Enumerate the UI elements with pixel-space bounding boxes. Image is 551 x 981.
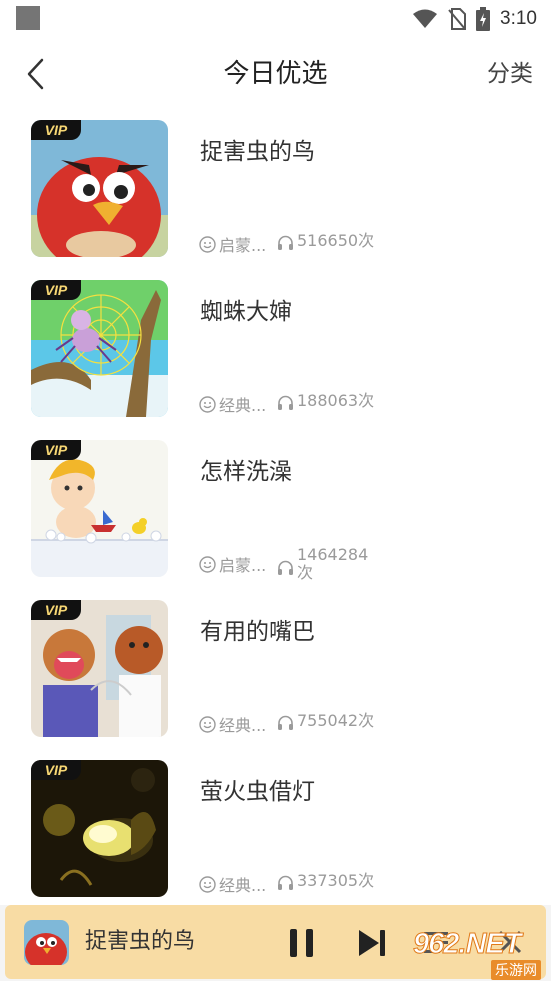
pause-icon [290,929,313,957]
headphones-icon [278,235,293,250]
item-plays: 755042次 [277,712,374,731]
pause-button[interactable] [287,927,317,959]
smiley-icon [199,875,216,893]
smiley-icon [199,715,216,733]
headphones-icon [278,875,293,890]
vip-badge: VIP [31,760,81,780]
wifi-icon [413,9,438,28]
bears-image: VIP [31,600,168,737]
category-button[interactable]: 分类 [487,38,533,110]
item-meta: 经典... 188063次 [199,392,374,416]
headphones-icon [278,395,293,410]
item-meta: 启蒙... 516650次 [199,232,374,256]
play-count: 516650次 [297,231,375,250]
no-sim-icon [448,8,467,30]
item-meta: 启蒙... 1464284次 [199,546,369,582]
play-count: 337305次 [297,871,375,890]
app-header: 今日优选 分类 [0,38,551,110]
list-item[interactable]: VIP 捉害虫的鸟 启蒙... 516650次 [0,110,551,270]
player-title: 捉害虫的鸟 [85,929,196,954]
item-title: 有用的嘴巴 [200,619,315,645]
bath-baby-image: VIP [31,440,168,577]
chevron-left-icon [27,58,44,90]
red-bird-image: VIP [31,120,168,257]
item-category: 启蒙... [199,232,277,256]
notification-icon [16,6,40,30]
back-button[interactable] [18,54,54,94]
category-label: 启蒙... [219,556,267,575]
category-label: 经典... [219,876,267,895]
category-label: 经典... [219,716,267,735]
play-count: 1464284次 [297,545,369,582]
item-title: 怎样洗澡 [200,459,292,485]
status-icons: 3:10 [412,5,537,33]
watermark-logo: 962.NET 乐游网 [412,928,547,980]
status-time: 3:10 [500,8,537,29]
category-label: 启蒙... [219,236,267,255]
list-item[interactable]: VIP 有用的嘴巴 经典... 755042次 [0,590,551,750]
smiley-icon [199,235,216,253]
item-title: 蜘蛛大婶 [200,299,292,325]
status-bar: 3:10 [0,0,551,38]
list-item[interactable]: VIP 蜘蛛大婶 经典... 188063次 [0,270,551,430]
skip-next-icon [359,930,385,956]
item-category: 经典... [199,712,277,736]
item-title: 萤火虫借灯 [200,779,315,805]
list-item[interactable]: VIP 萤火虫借灯 经典... 337305次 [0,750,551,905]
vip-badge: VIP [31,600,81,620]
play-count: 188063次 [297,391,375,410]
item-title: 捉害虫的鸟 [200,139,315,165]
spider-web-image: VIP [31,280,168,417]
item-meta: 经典... 755042次 [199,712,374,736]
page-title: 今日优选 [223,59,328,89]
headphones-icon [278,715,293,730]
item-category: 启蒙... [199,552,277,576]
battery-icon [476,7,491,31]
item-plays: 1464284次 [277,546,369,582]
story-list: VIP 捉害虫的鸟 启蒙... 516650次 VIP 蜘蛛大婶 经典... 1… [0,110,551,905]
firefly-image: VIP [31,760,168,897]
player-cover-image [24,920,69,965]
vip-badge: VIP [31,280,81,300]
category-label: 经典... [219,396,267,415]
item-plays: 188063次 [277,392,374,411]
item-meta: 经典... 337305次 [199,872,374,896]
vip-badge: VIP [31,120,81,140]
smiley-icon [199,395,216,413]
play-count: 755042次 [297,711,375,730]
headphones-icon [278,560,293,575]
next-track-button[interactable] [356,927,388,959]
watermark-main: 962.NET [412,928,521,961]
list-item[interactable]: VIP 怎样洗澡 启蒙... 1464284次 [0,430,551,590]
watermark-sub: 乐游网 [491,960,541,980]
item-category: 经典... [199,872,277,896]
smiley-icon [199,555,216,573]
item-category: 经典... [199,392,277,416]
item-plays: 516650次 [277,232,374,251]
vip-badge: VIP [31,440,81,460]
item-plays: 337305次 [277,872,374,891]
